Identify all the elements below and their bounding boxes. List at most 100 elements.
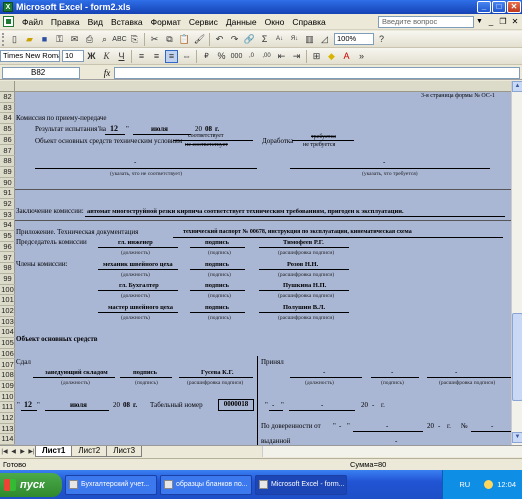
chart-wizard-icon[interactable]: ▥ <box>303 33 316 46</box>
merge-center-icon[interactable]: ⇔ <box>180 50 193 63</box>
copy-icon[interactable]: ⧉ <box>163 33 176 46</box>
research-icon[interactable]: ⎘ <box>128 33 141 46</box>
chevron-down-icon[interactable]: ▼ <box>476 18 484 25</box>
help-icon[interactable]: ? <box>375 33 388 46</box>
row-header[interactable]: 82 <box>0 92 15 103</box>
row-header[interactable]: 113 <box>0 424 15 435</box>
toolbar-grip[interactable] <box>2 32 5 46</box>
task-button-excel[interactable]: Microsoft Excel - form... <box>255 474 347 495</box>
save-icon[interactable]: ■ <box>38 33 51 46</box>
start-button[interactable]: пуск <box>0 472 62 497</box>
align-center-icon[interactable]: ≡ <box>150 50 163 63</box>
italic-button[interactable]: К <box>100 50 113 63</box>
align-left-icon[interactable]: ≡ <box>135 50 148 63</box>
underline-button[interactable]: Ч <box>115 50 128 63</box>
toolbar-options-icon[interactable]: » <box>355 50 368 63</box>
row-header[interactable]: 83 <box>0 103 15 114</box>
decrease-decimal-icon[interactable]: ,00 <box>260 50 273 63</box>
hyperlink-icon[interactable]: 🔗 <box>243 33 256 46</box>
increase-decimal-icon[interactable]: ,0 <box>245 50 258 63</box>
thousands-icon[interactable]: 000 <box>230 50 243 63</box>
row-header[interactable]: 86 <box>0 135 15 146</box>
menu-insert[interactable]: Вставка <box>107 17 147 27</box>
row-header[interactable]: 85 <box>0 124 15 135</box>
row-header[interactable]: 94 <box>0 220 15 232</box>
select-all-corner[interactable] <box>0 81 15 92</box>
menu-data[interactable]: Данные <box>222 17 261 27</box>
permission-icon[interactable]: ⚿ <box>53 33 66 46</box>
sheet-tab-1[interactable]: Лист1 <box>35 446 73 457</box>
print-icon[interactable]: ⎙ <box>83 33 96 46</box>
row-header[interactable]: 102 <box>0 306 15 317</box>
row-header[interactable]: 87 <box>0 146 15 157</box>
doc-minimize-icon[interactable]: _ <box>486 17 496 26</box>
open-folder-icon[interactable]: ▰ <box>23 33 36 46</box>
scroll-down-icon[interactable]: ▼ <box>512 432 522 443</box>
sort-descending-icon[interactable]: Я↓ <box>288 33 301 46</box>
row-header[interactable]: 114 <box>0 434 15 445</box>
task-button-forms[interactable]: образцы бланков по... <box>160 474 252 495</box>
row-header[interactable]: 89 <box>0 167 15 178</box>
row-header[interactable]: 88 <box>0 156 15 167</box>
borders-icon[interactable]: ⊞ <box>310 50 323 63</box>
row-header[interactable]: 97 <box>0 253 15 264</box>
decrease-indent-icon[interactable]: ⇤ <box>275 50 288 63</box>
row-header[interactable]: 112 <box>0 413 15 424</box>
undo-icon[interactable]: ↶ <box>213 33 226 46</box>
minimize-button[interactable]: _ <box>477 1 491 13</box>
sheet-tab-3[interactable]: Лист3 <box>106 446 143 457</box>
row-header[interactable]: 95 <box>0 231 15 242</box>
paste-icon[interactable]: 📋 <box>178 33 191 46</box>
row-header[interactable]: 107 <box>0 360 15 371</box>
formula-input[interactable] <box>114 66 520 79</box>
doc-close-icon[interactable]: ✕ <box>510 17 520 26</box>
menu-view[interactable]: Вид <box>84 17 107 27</box>
doc-restore-icon[interactable]: ❐ <box>498 17 508 26</box>
row-header[interactable]: 105 <box>0 338 15 349</box>
row-header[interactable]: 106 <box>0 349 15 360</box>
row-header[interactable]: 103 <box>0 317 15 328</box>
close-button[interactable]: ✕ <box>507 1 521 13</box>
menu-file[interactable]: Файл <box>18 17 47 27</box>
menu-edit[interactable]: Правка <box>47 17 84 27</box>
excel-app-icon[interactable]: X <box>3 2 13 12</box>
print-preview-icon[interactable]: ⌕ <box>98 33 111 46</box>
fill-color-icon[interactable]: ◆ <box>325 50 338 63</box>
font-color-icon[interactable]: A <box>340 50 353 63</box>
redo-icon[interactable]: ↷ <box>228 33 241 46</box>
scroll-thumb[interactable] <box>512 313 522 401</box>
drawing-icon[interactable]: ◿ <box>318 33 331 46</box>
format-painter-icon[interactable]: 🖌 <box>193 33 206 46</box>
scroll-up-icon[interactable]: ▲ <box>512 81 522 92</box>
row-header[interactable]: 100 <box>0 285 15 296</box>
spelling-icon[interactable]: ABC <box>112 33 126 46</box>
row-header[interactable]: 108 <box>0 370 15 381</box>
row-header[interactable]: 110 <box>0 392 15 403</box>
prev-sheet-icon[interactable]: ◀ <box>9 448 18 455</box>
sheet-tab-2[interactable]: Лист2 <box>71 446 108 457</box>
name-box[interactable]: B82 <box>2 66 80 79</box>
row-header[interactable]: 92 <box>0 199 15 210</box>
insert-function-icon[interactable]: fx <box>100 68 114 78</box>
row-header[interactable]: 93 <box>0 210 15 221</box>
row-header[interactable]: 96 <box>0 242 15 253</box>
new-file-icon[interactable]: ▯ <box>8 33 21 46</box>
row-header[interactable]: 98 <box>0 263 15 274</box>
vertical-scrollbar[interactable]: ▲ ▼ <box>511 81 522 445</box>
horizontal-scrollbar[interactable] <box>262 446 522 457</box>
align-right-icon[interactable]: ≡ <box>165 49 178 63</box>
bold-button[interactable]: Ж <box>85 50 98 63</box>
autosum-icon[interactable]: Σ <box>258 33 271 46</box>
task-button-accounting[interactable]: Бухгалтерский учет... <box>65 474 157 495</box>
font-size-select[interactable]: 10 <box>62 50 84 62</box>
row-header[interactable]: 99 <box>0 274 15 285</box>
font-select[interactable]: Times New Roman <box>0 50 60 62</box>
first-sheet-icon[interactable]: |◀ <box>0 448 9 455</box>
increase-indent-icon[interactable]: ⇥ <box>290 50 303 63</box>
email-icon[interactable]: ✉ <box>68 33 81 46</box>
row-header[interactable]: 104 <box>0 327 15 339</box>
menu-tools[interactable]: Сервис <box>185 17 222 27</box>
next-sheet-icon[interactable]: ▶ <box>18 448 27 455</box>
menu-window[interactable]: Окно <box>261 17 289 27</box>
row-header[interactable]: 101 <box>0 295 15 306</box>
